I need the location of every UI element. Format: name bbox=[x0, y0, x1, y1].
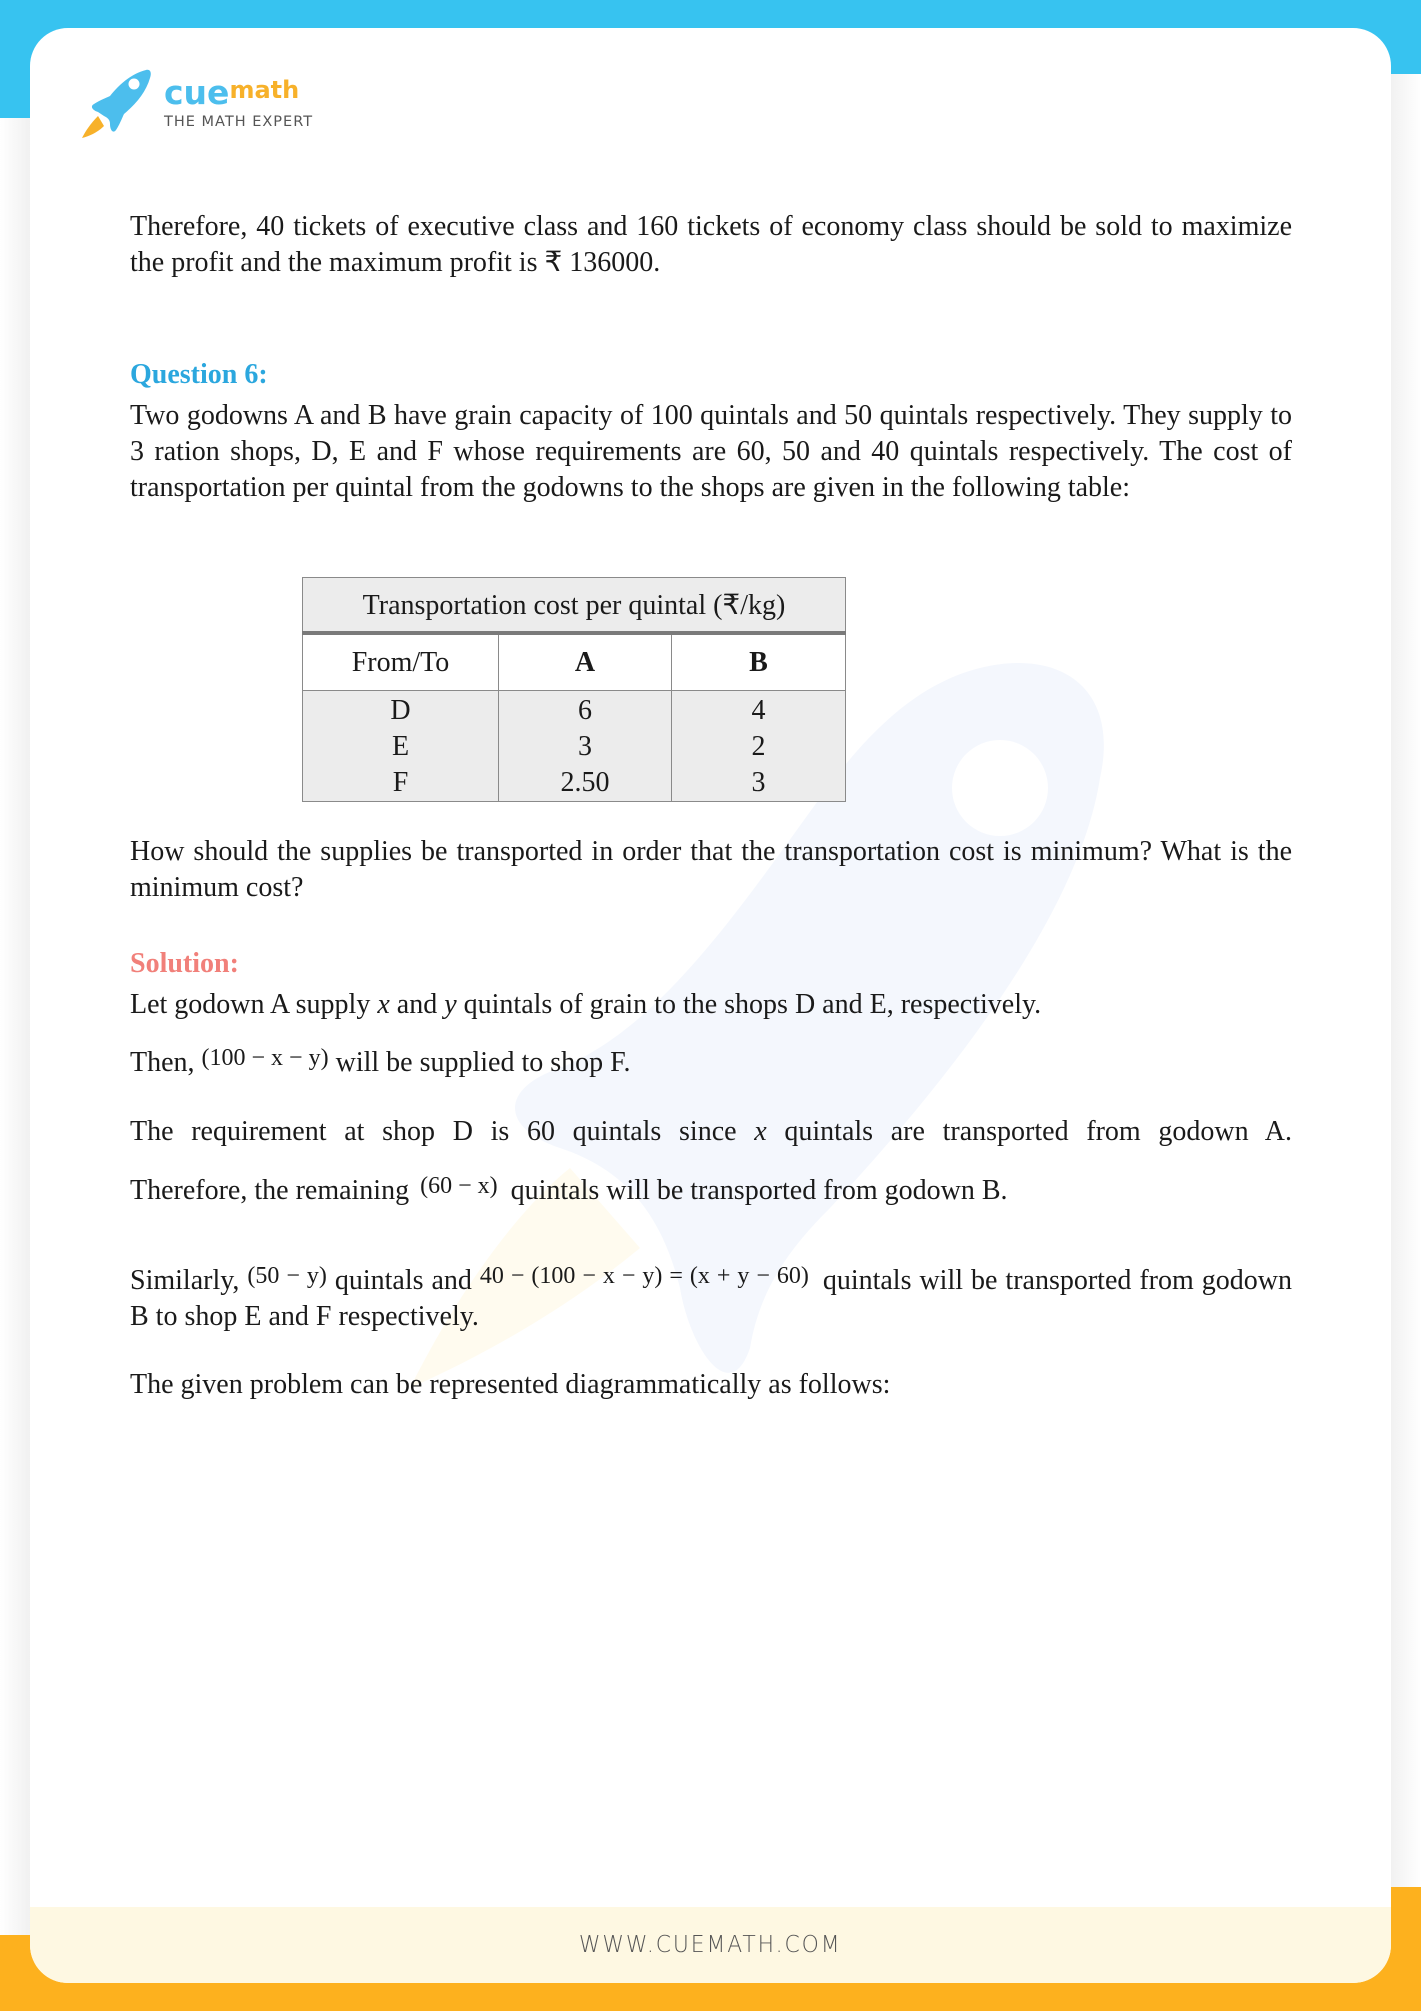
table-cell: 6 bbox=[498, 690, 672, 729]
footer-url[interactable]: WWW.CUEMATH.COM bbox=[579, 1932, 842, 1958]
solution-para-2-line-2: Therefore, the remaining (60 − x) quinta… bbox=[130, 1173, 1008, 1206]
intro-paragraph: Therefore, 40 tickets of executive class… bbox=[130, 211, 1292, 278]
transportation-cost-table: Transportation cost per quintal (₹/kg) F… bbox=[302, 577, 846, 802]
table-cell: 4 bbox=[671, 690, 846, 729]
solution-heading: Solution: bbox=[130, 948, 239, 979]
footer-band-right bbox=[1391, 1887, 1421, 1935]
solution-line-1: Let godown A supply x and y quintals of … bbox=[130, 989, 1042, 1020]
header-band-right bbox=[1391, 0, 1421, 74]
solution-line-2: Then, (100 − x − y) will be supplied to … bbox=[130, 1045, 631, 1078]
solution-para-4: The given problem can be represented dia… bbox=[130, 1369, 891, 1400]
question-prompt: How should the supplies be transported i… bbox=[130, 836, 1292, 903]
right-shadow bbox=[1391, 74, 1421, 1935]
expression-50-y: (50 − y) bbox=[247, 1263, 327, 1289]
table-title: Transportation cost per quintal (₹/kg) bbox=[302, 577, 846, 635]
question-heading: Question 6: bbox=[130, 359, 268, 390]
footer: WWW.CUEMATH.COM bbox=[30, 1907, 1391, 1983]
table-cell: 2 bbox=[671, 729, 846, 765]
question-text: Two godowns A and B have grain capacity … bbox=[130, 400, 1292, 503]
table-cell: 3 bbox=[671, 765, 846, 802]
expression-60-x: (60 − x) bbox=[420, 1173, 498, 1199]
solution-para-2-line-1: The requirement at shop D is 60 quintals… bbox=[130, 1116, 1293, 1147]
table-cell: F bbox=[302, 765, 499, 802]
expression-100-x-y: (100 − x − y) bbox=[201, 1045, 329, 1071]
table-cell: E bbox=[302, 729, 499, 765]
table-row: D 6 4 bbox=[302, 690, 846, 729]
table-row: E 3 2 bbox=[302, 729, 846, 765]
table-header-a: A bbox=[498, 632, 672, 691]
rocket-icon bbox=[82, 69, 151, 138]
table-row: F 2.50 3 bbox=[302, 765, 846, 802]
brand-tagline: THE MATH EXPERT bbox=[164, 114, 314, 131]
brand-name: cuemath bbox=[164, 73, 300, 113]
cuemath-logo[interactable]: cuemath THE MATH EXPERT bbox=[80, 66, 313, 140]
solution-para-3: Similarly, (50 − y) quintals and 40 − (1… bbox=[130, 1263, 1292, 1332]
left-shadow bbox=[0, 118, 30, 1935]
table-header-row: From/To A B bbox=[302, 632, 846, 691]
table-cell: D bbox=[302, 690, 499, 729]
table-header-b: B bbox=[671, 632, 846, 691]
table-cell: 2.50 bbox=[498, 765, 672, 802]
table-cell: 3 bbox=[498, 729, 672, 765]
table-header-from-to: From/To bbox=[302, 632, 499, 691]
expression-b-to-f: 40 − (100 − x − y) = (x + y − 60) bbox=[479, 1263, 809, 1289]
